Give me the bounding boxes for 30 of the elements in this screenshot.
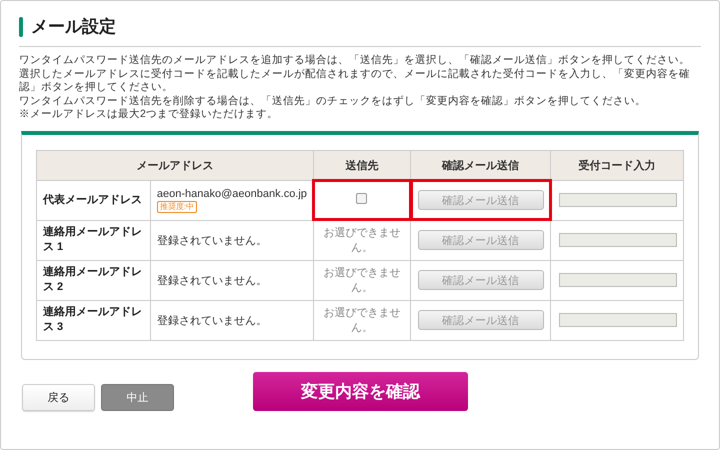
row-label: 連絡用メールアドレス 2 [36,260,150,300]
address-cell: 登録されていません。 [150,220,314,260]
back-button[interactable]: 戻る [22,384,95,410]
address-cell: 登録されていません。 [150,260,314,300]
title-accent [19,16,23,36]
unavailable-text: お選びできません。 [323,267,400,294]
instruction-text: 選択したメールアドレスに受付コードを記載したメールが配信されますので、メールに記載された受付コードを入力し、「変更内容を確認」ボタンを押してください。 [19,68,691,94]
cancel-button[interactable]: 中止 [101,384,174,410]
email-address: aeon-hanako@aeonbank.co.jp [156,188,307,200]
page-title: メール設定 [31,16,116,38]
row-label: 連絡用メールアドレス 3 [36,300,150,340]
instruction-text: ワンタイムパスワード送信先のメールアドレスを追加する場合は、「送信先」を選択し、「確認メール送信」ボタンを押してください。 [19,54,691,68]
checkbox[interactable] [356,193,368,204]
send-confirmation-button[interactable]: 確認メール送信 [418,310,544,330]
send-confirmation-button[interactable]: 確認メール送信 [418,190,544,210]
send-confirmation-button[interactable]: 確認メール送信 [418,270,544,290]
unavailable-text: お選びできません。 [323,307,400,334]
confirm-changes-button[interactable]: 変更内容を確認 [253,372,468,410]
send-confirmation-button[interactable]: 確認メール送信 [418,230,544,250]
column-header: 受付コード入力 [550,150,684,180]
instruction-text: ※メールアドレスは最大2つまで登録いただけます。 [19,108,279,122]
row-label: 連絡用メールアドレス 1 [36,220,150,260]
column-header: 確認メール送信 [410,150,550,180]
address-cell: 登録されていません。 [150,300,314,340]
column-header: メールアドレス [36,150,314,180]
unavailable-text: お選びできません。 [323,227,400,254]
row-label: 代表メールアドレス [36,180,150,220]
recommendation-badge: 推奨度:中 [156,200,198,212]
instruction-text: ワンタイムパスワード送信先を削除する場合は、「送信先」のチェックをはずし「変更内容を確認」ボタンを押してください。 [19,94,647,108]
column-header: 送信先 [313,150,411,180]
